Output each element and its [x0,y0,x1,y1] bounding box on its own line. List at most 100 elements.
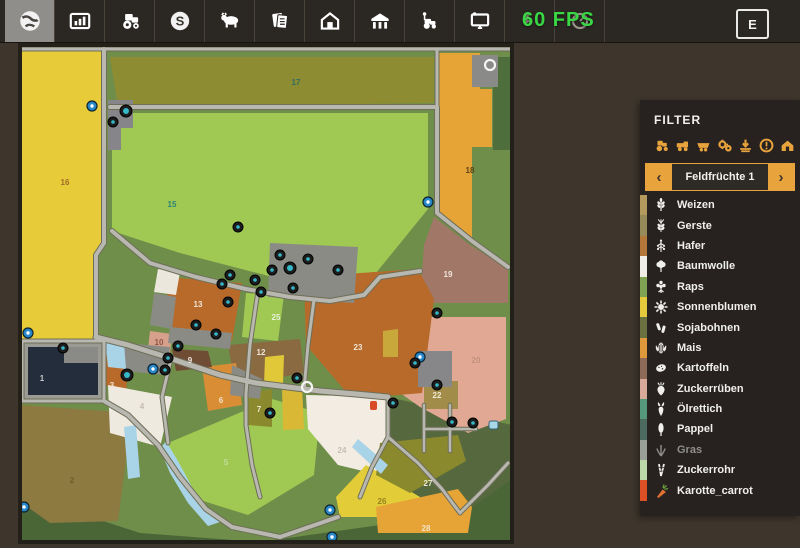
map-area[interactable] [264,355,284,385]
filter-warning-filter-button[interactable] [758,137,775,154]
filter-tractor-filter-button[interactable] [653,137,670,154]
map-marker-poi[interactable] [388,398,398,408]
tab-twelve[interactable] [555,0,605,42]
map-marker-poi[interactable] [256,287,266,297]
map-marker-shop[interactable] [23,328,33,338]
map-marker-poi[interactable] [163,353,173,363]
top-toolbar: S 60 FPS E [0,0,800,43]
crop-row-karotte-carrot[interactable]: Karotte_carrot [640,480,800,500]
map-field-17[interactable] [110,57,434,107]
field-number-20: 20 [472,356,481,365]
crop-row-hafer[interactable]: Hafer [640,236,800,256]
map-field-16[interactable] [22,51,104,339]
map-marker-poi[interactable] [108,117,118,127]
map-marker-shop[interactable] [423,197,433,207]
ai-workers-tab[interactable] [405,0,455,42]
crop-row-kartoffeln[interactable]: Kartoffeln [640,358,800,378]
crop-row-sojabohnen[interactable]: Sojabohnen [640,317,800,337]
map-marker-poi[interactable] [58,343,68,353]
crop-color-swatch [640,297,647,317]
filter-pallet-filter-button[interactable] [737,137,754,154]
crop-row-pappel[interactable]: Pappel [640,419,800,439]
crop-label: Kartoffeln [677,362,729,374]
crop-label: Mais [677,342,701,354]
map-marker-poi[interactable] [250,275,260,285]
crop-row-gerste[interactable]: Gerste [640,215,800,235]
map-marker-poi[interactable] [223,297,233,307]
map-marker-poi[interactable] [217,279,227,289]
map-canvas[interactable]: 1617151819202313251213245242627286722910 [20,45,512,542]
map-marker-poi[interactable] [447,417,457,427]
map-marker-poi[interactable] [292,373,302,383]
barley-icon [653,218,669,234]
map-marker-poi[interactable] [225,270,235,280]
map-area[interactable] [383,329,398,357]
field-number-22: 22 [433,391,442,400]
crop-row-zuckerrohr[interactable]: Zuckerrohr [640,460,800,480]
crop-row-sonnenblumen[interactable]: Sonnenblumen [640,297,800,317]
controls-tab[interactable] [455,0,505,42]
filter-warning-icon [758,137,775,154]
vehicles-tab[interactable] [105,0,155,42]
map-marker-poi[interactable] [432,380,442,390]
map-marker-poi[interactable] [265,408,275,418]
field-number-13: 13 [194,300,203,309]
crop-label: Weizen [677,199,715,211]
finances-tab[interactable] [55,0,105,42]
map-marker-poi[interactable] [432,308,442,318]
crop-label: Gerste [677,220,712,232]
barley-icon [653,218,669,234]
crop-row-raps[interactable]: Raps [640,277,800,297]
map-marker-shop[interactable] [87,101,97,111]
filter-harvester-filter-button[interactable] [674,137,691,154]
map-tab[interactable] [5,0,55,42]
crop-row-gras[interactable]: Gras [640,440,800,460]
map-marker-poi[interactable] [233,222,243,232]
corn-icon [653,340,669,356]
crop-label: Pappel [677,423,713,435]
selector-next-button[interactable]: › [768,164,794,190]
map-marker-poi[interactable] [275,250,285,260]
tab-eleven[interactable] [505,0,555,42]
crop-row-weizen[interactable]: Weizen [640,195,800,215]
map-marker-poi[interactable] [333,265,343,275]
crop-row--lrettich[interactable]: Ölrettich [640,399,800,419]
crop-row-zuckerr-ben[interactable]: Zuckerrüben [640,379,800,399]
production-tab[interactable] [355,0,405,42]
village-area [150,293,176,329]
animals-tab[interactable] [205,0,255,42]
map-marker-alert[interactable] [370,401,377,410]
map-marker-station[interactable] [284,262,296,274]
garage-tab[interactable] [305,0,355,42]
field-number-10: 10 [155,338,164,347]
map-area[interactable] [64,347,98,363]
map-marker-station[interactable] [120,105,132,117]
selector-prev-button[interactable]: ‹ [646,164,672,190]
map-marker-poi[interactable] [303,254,313,264]
map-marker-station[interactable] [121,369,133,381]
map-marker-poi[interactable] [191,320,201,330]
map-marker-poi[interactable] [211,329,221,339]
map-marker-poi[interactable] [267,265,277,275]
filter-farm-filter-button[interactable] [779,137,796,154]
crop-label: Karotte_carrot [677,485,753,497]
crop-label: Gras [677,444,702,456]
map-marker-poi[interactable] [173,341,183,351]
s-circle-tab[interactable]: S [155,0,205,42]
map-marker-poi[interactable] [410,358,420,368]
map-marker-shop[interactable] [325,505,335,515]
map-marker-poi[interactable] [160,365,170,375]
map-marker-water-point[interactable] [489,421,498,429]
overview-map[interactable]: 1617151819202313251213245242627286722910 [20,45,512,542]
map-marker-poi[interactable] [468,418,478,428]
cotton-icon [653,258,669,274]
filter-trailer-filter-button[interactable] [695,137,712,154]
filter-gears-filter-button[interactable] [716,137,733,154]
wheat-icon [653,197,669,213]
crop-row-baumwolle[interactable]: Baumwolle [640,256,800,276]
map-marker-shop[interactable] [148,364,158,374]
crop-row-mais[interactable]: Mais [640,338,800,358]
contracts-tab[interactable] [255,0,305,42]
field-number-17: 17 [292,78,301,87]
map-marker-poi[interactable] [288,283,298,293]
